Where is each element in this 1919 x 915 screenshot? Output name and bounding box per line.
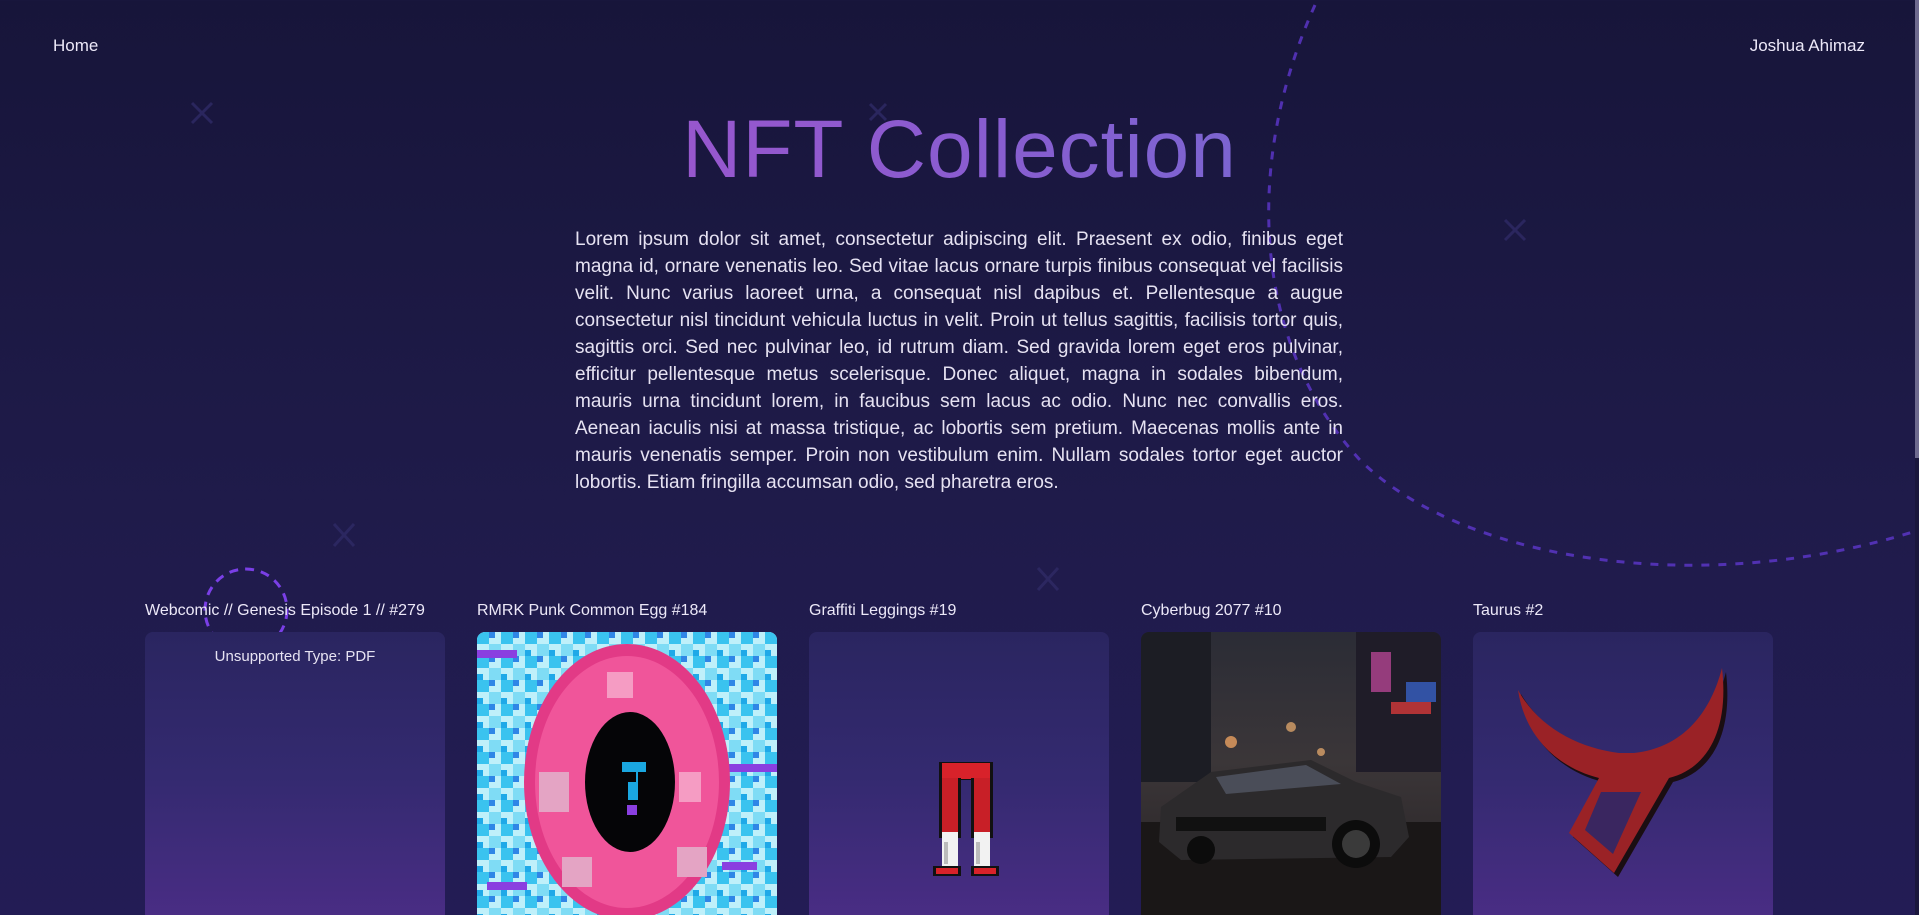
car-night-street-image [1141, 632, 1441, 915]
nft-card[interactable]: RMRK Punk Common Egg #184 [477, 598, 777, 915]
nav-home-link[interactable]: Home [53, 36, 98, 56]
nft-media-image[interactable] [1473, 632, 1773, 915]
dashed-arc [1267, 4, 1919, 567]
x-mark [1503, 218, 1527, 242]
nft-card-title[interactable]: Cyberbug 2077 #10 [1141, 598, 1441, 624]
nft-card-title[interactable]: Taurus #2 [1473, 598, 1773, 624]
x-mark [1036, 566, 1060, 592]
nft-card-title[interactable]: Graffiti Leggings #19 [809, 598, 1109, 624]
user-name[interactable]: Joshua Ahimaz [1750, 36, 1865, 56]
x-mark [332, 522, 356, 548]
nft-card[interactable]: Webcomic // Genesis Episode 1 // #279 Un… [145, 598, 445, 915]
taurus-symbol-image [1518, 668, 1728, 877]
nft-media-image[interactable] [477, 632, 777, 915]
pixel-egg-image [477, 632, 777, 915]
scrollbar-thumb[interactable] [1915, 0, 1919, 458]
unsupported-type-label: Unsupported Type: PDF [214, 648, 376, 665]
nft-media-image[interactable] [809, 632, 1109, 915]
nft-card[interactable]: Cyberbug 2077 #10 [1141, 598, 1441, 915]
nft-media-image[interactable] [1141, 632, 1441, 915]
nft-card[interactable]: Taurus #2 [1473, 598, 1773, 915]
page-title: NFT Collection [0, 102, 1919, 198]
nft-card-title[interactable]: Webcomic // Genesis Episode 1 // #279 [145, 598, 445, 624]
nft-card-title[interactable]: RMRK Punk Common Egg #184 [477, 598, 777, 624]
nft-media-unsupported[interactable]: Unsupported Type: PDF [145, 632, 445, 915]
pixel-leggings-image [933, 762, 999, 876]
intro-paragraph: Lorem ipsum dolor sit amet, consectetur … [575, 229, 1343, 493]
nft-card[interactable]: Graffiti Leggings #19 [809, 598, 1109, 915]
